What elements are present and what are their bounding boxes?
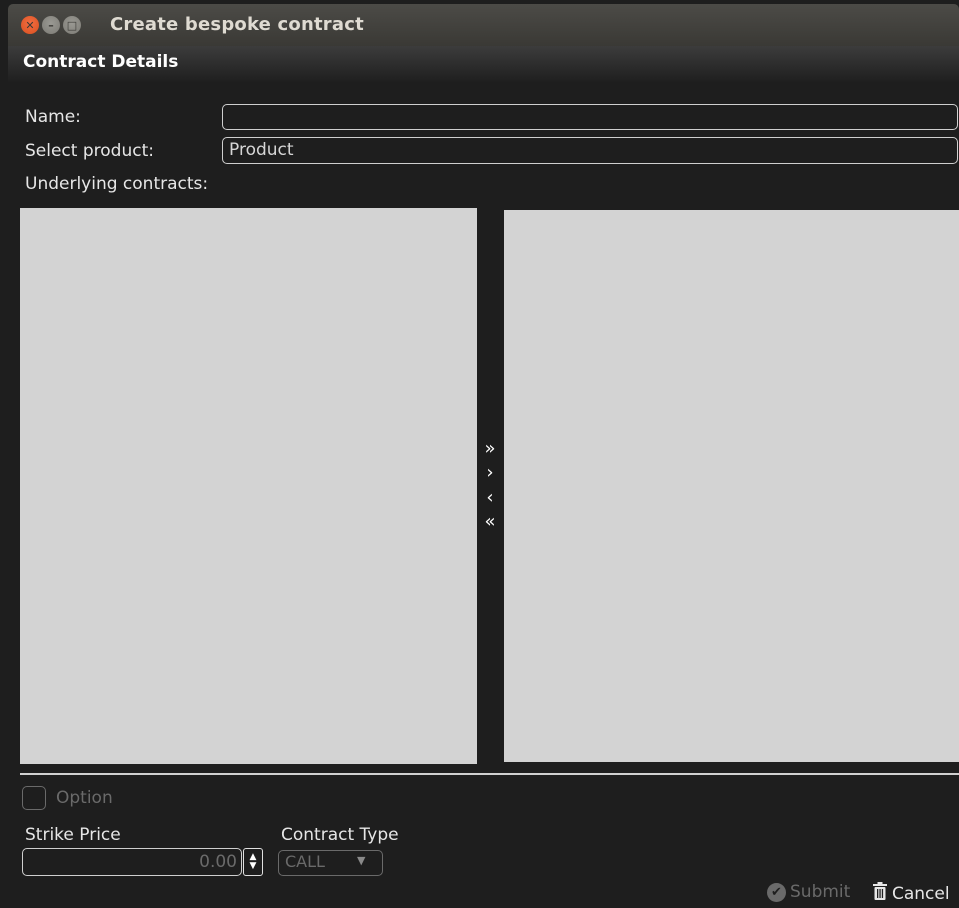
contract-type-label: Contract Type [281,825,399,845]
contract-type-select[interactable]: CALL ▼ [278,850,383,876]
submit-label: Submit [790,882,851,902]
maximize-icon: □ [66,18,78,32]
strike-price-label: Strike Price [25,825,121,845]
cancel-label: Cancel [892,883,950,904]
remove-all-button[interactable]: « [480,510,500,534]
cancel-button[interactable]: Cancel [872,882,950,905]
window-titlebar: ✕ – □ Create bespoke contract [8,4,959,46]
section-title: Contract Details [23,52,179,72]
name-label: Name: [25,107,81,127]
selected-contracts-list[interactable] [504,210,959,762]
add-all-button[interactable]: » [480,437,500,461]
trash-icon [872,882,888,905]
section-header: Contract Details [8,46,959,82]
contract-type-value: CALL [285,852,325,871]
name-input[interactable] [222,104,958,130]
add-selected-button[interactable]: › [480,461,500,485]
option-label: Option [56,788,113,808]
underlying-contracts-label: Underlying contracts: [25,174,209,194]
strike-price-spinner[interactable]: ▲ ▼ [243,848,263,876]
strike-price-input[interactable]: 0.00 [22,848,242,876]
close-window-button[interactable]: ✕ [21,16,39,34]
product-select[interactable]: Product [222,137,958,164]
option-checkbox[interactable] [22,786,46,810]
window-title: Create bespoke contract [110,14,364,35]
chevron-down-icon: ▼ [357,854,366,867]
minimize-icon: – [48,18,54,32]
select-product-label: Select product: [25,141,154,161]
minimize-window-button[interactable]: – [42,16,60,34]
close-icon: ✕ [25,18,35,32]
separator [20,773,959,775]
maximize-window-button[interactable]: □ [63,16,81,34]
available-contracts-list[interactable] [20,208,477,764]
submit-button[interactable]: ✔ Submit [767,882,850,902]
remove-selected-button[interactable]: ‹ [480,486,500,510]
spinner-down-icon: ▼ [249,861,257,871]
check-circle-icon: ✔ [767,882,786,902]
